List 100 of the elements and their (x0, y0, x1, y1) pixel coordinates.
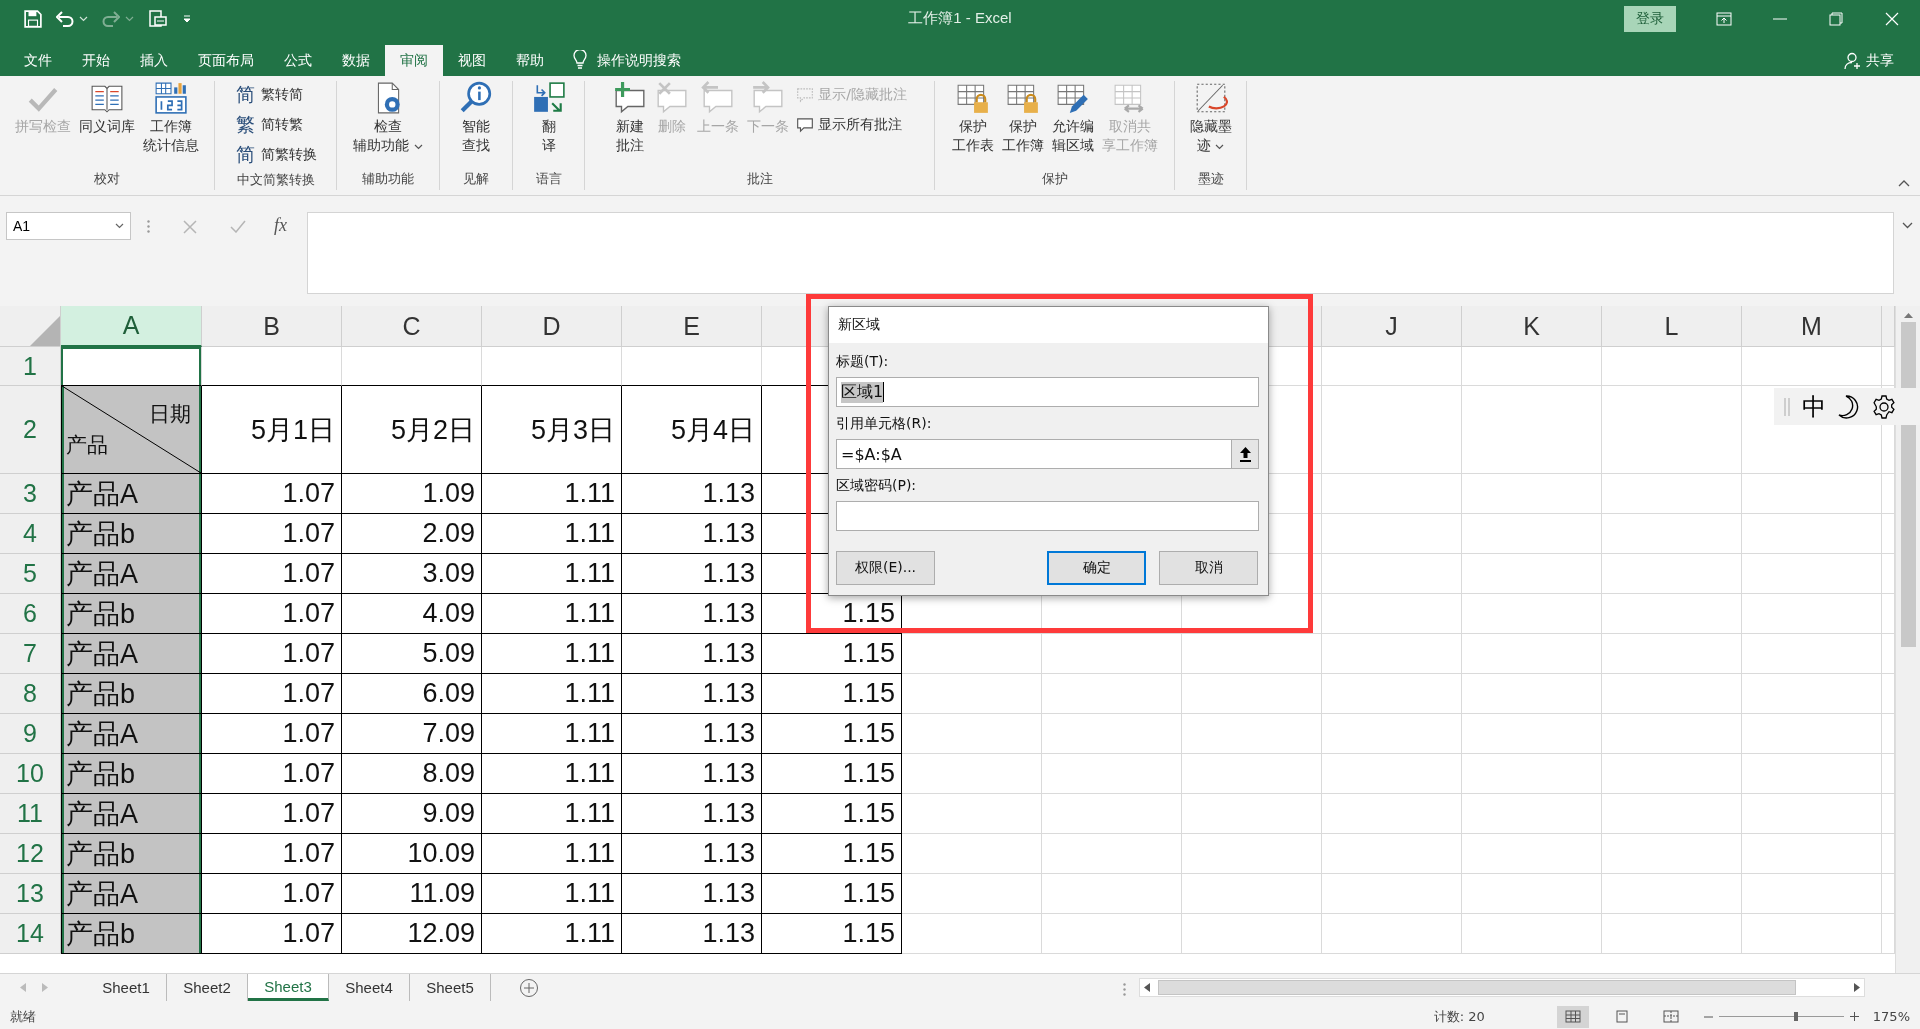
table-cell[interactable] (902, 874, 1042, 914)
row-header[interactable]: 14 (0, 914, 61, 954)
table-cell[interactable] (1182, 794, 1322, 834)
table-cell[interactable]: 1.13 (622, 514, 762, 554)
next-sheet-icon[interactable] (42, 983, 48, 992)
minimize-icon[interactable] (1773, 17, 1787, 20)
table-cell[interactable]: 1.15 (762, 874, 902, 914)
add-sheet-icon[interactable] (519, 978, 539, 998)
ribbon-button[interactable]: 同义词库 (76, 81, 138, 136)
dialog-button[interactable]: 确定 (1047, 551, 1146, 585)
sheet-tab[interactable]: Sheet4 (329, 974, 410, 1001)
table-cell[interactable]: 5月3日 (482, 386, 622, 474)
zoom-level[interactable]: 175% (1872, 1009, 1910, 1024)
table-cell[interactable] (1602, 834, 1742, 874)
row-header[interactable]: 6 (0, 594, 61, 634)
table-cell[interactable]: 5月2日 (342, 386, 482, 474)
zoom-out-icon[interactable] (1703, 1015, 1713, 1018)
table-cell[interactable]: 1.13 (622, 794, 762, 834)
share-button[interactable]: 共享 (1838, 45, 1920, 76)
row-header[interactable]: 8 (0, 674, 61, 714)
table-cell[interactable] (1742, 514, 1882, 554)
column-header[interactable]: D (482, 306, 622, 347)
table-cell[interactable] (1322, 634, 1462, 674)
table-cell[interactable] (1322, 874, 1462, 914)
name-box[interactable]: A1 (6, 212, 131, 240)
table-cell[interactable] (1042, 874, 1182, 914)
row-header[interactable]: 7 (0, 634, 61, 674)
table-cell[interactable] (1322, 794, 1462, 834)
table-cell[interactable] (1742, 914, 1882, 954)
moon-icon[interactable] (1838, 394, 1860, 419)
table-cell[interactable] (482, 347, 622, 386)
print-preview-icon[interactable] (148, 8, 168, 29)
table-cell[interactable] (902, 914, 1042, 954)
row-header[interactable]: 12 (0, 834, 61, 874)
password-field[interactable] (836, 501, 1259, 531)
table-cell[interactable] (1322, 386, 1462, 474)
dialog-button[interactable]: 权限(E)... (836, 551, 935, 585)
table-cell[interactable]: 1.11 (482, 474, 622, 514)
table-cell[interactable] (1602, 474, 1742, 514)
table-cell[interactable]: 11.09 (342, 874, 482, 914)
column-header[interactable] (1882, 306, 1895, 347)
splitter-icon[interactable] (1123, 983, 1126, 996)
grip-icon[interactable] (1784, 396, 1790, 417)
text-field[interactable]: 区域1 (836, 377, 1259, 407)
table-cell[interactable]: 6.09 (342, 674, 482, 714)
reference-field[interactable]: =$A:$A (836, 439, 1259, 469)
table-cell[interactable]: 5月1日 (202, 386, 342, 474)
table-cell[interactable]: 1.13 (622, 834, 762, 874)
column-header[interactable]: A (61, 306, 202, 347)
table-cell[interactable]: 12.09 (342, 914, 482, 954)
row-header[interactable]: 5 (0, 554, 61, 594)
ribbon-button[interactable]: 繁 简转繁 (234, 111, 317, 139)
horizontal-scrollbar[interactable] (1139, 978, 1865, 997)
table-cell[interactable] (622, 347, 762, 386)
customize-icon[interactable] (182, 13, 192, 24)
table-cell[interactable]: 1.07 (202, 514, 342, 554)
table-cell[interactable] (902, 834, 1042, 874)
table-cell[interactable]: 产品b (61, 834, 202, 874)
scroll-up-icon[interactable] (1903, 312, 1913, 318)
table-cell[interactable]: 1.07 (202, 714, 342, 754)
table-cell[interactable] (1462, 874, 1602, 914)
table-cell[interactable]: 产品A (61, 874, 202, 914)
scroll-thumb[interactable] (1158, 980, 1796, 995)
table-cell[interactable] (1462, 514, 1602, 554)
restore-icon[interactable] (1829, 11, 1843, 26)
table-cell[interactable] (1322, 474, 1462, 514)
close-icon[interactable] (1885, 11, 1899, 26)
ribbon-button[interactable]: 简 简繁转换 (234, 141, 317, 169)
table-cell[interactable] (1322, 714, 1462, 754)
ribbon-button[interactable]: 保护 工作表 (948, 81, 997, 155)
row-header[interactable]: 2 (0, 386, 61, 474)
collapse-dialog-button[interactable] (1231, 440, 1258, 468)
table-cell[interactable]: 1.09 (342, 474, 482, 514)
table-cell[interactable] (1182, 834, 1322, 874)
table-cell[interactable]: 1.15 (762, 674, 902, 714)
table-cell[interactable] (1602, 914, 1742, 954)
ribbon-tab[interactable]: 帮助 (501, 45, 559, 76)
zoom-in-icon[interactable] (1849, 1012, 1859, 1021)
ribbon-tab[interactable]: 视图 (443, 45, 501, 76)
table-cell[interactable] (1602, 794, 1742, 834)
table-cell[interactable] (1042, 674, 1182, 714)
table-cell[interactable]: 1.11 (482, 514, 622, 554)
table-cell[interactable]: 1.15 (762, 754, 902, 794)
input-mode-button[interactable]: 中 (1802, 390, 1826, 423)
table-cell[interactable]: 产品b (61, 754, 202, 794)
table-cell[interactable] (1042, 914, 1182, 954)
table-cell[interactable]: 1.07 (202, 554, 342, 594)
table-cell[interactable]: 1.11 (482, 914, 622, 954)
table-cell[interactable]: 产品A (61, 714, 202, 754)
sheet-tab[interactable]: Sheet5 (410, 974, 491, 1001)
table-cell[interactable] (902, 714, 1042, 754)
column-header[interactable]: M (1742, 306, 1882, 347)
ribbon-tab[interactable]: 开始 (67, 45, 125, 76)
table-cell[interactable] (1182, 714, 1322, 754)
ribbon-button[interactable]: 简 繁转简 (234, 81, 317, 109)
row-header[interactable]: 11 (0, 794, 61, 834)
table-cell[interactable]: 1.11 (482, 674, 622, 714)
table-cell[interactable]: 1.07 (202, 834, 342, 874)
ribbon-button[interactable]: 工作簿 统计信息 (140, 81, 202, 155)
table-cell[interactable]: 1.13 (622, 554, 762, 594)
